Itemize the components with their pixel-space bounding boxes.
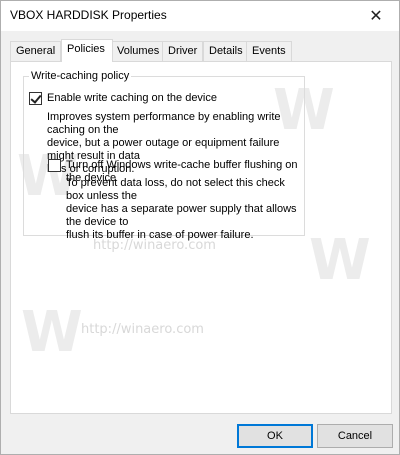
turn-off-flushing-checkbox[interactable] [48, 159, 61, 172]
tab-general[interactable]: General [10, 41, 62, 61]
watermark-letter: W [309, 228, 371, 293]
cancel-button[interactable]: Cancel [317, 424, 393, 448]
title-bar: VBOX HARDDISK Properties ✕ [1, 1, 399, 31]
tab-details[interactable]: Details [203, 41, 249, 61]
tab-volumes[interactable]: Volumes [111, 41, 166, 61]
properties-dialog: VBOX HARDDISK Properties ✕ General Polic… [0, 0, 400, 455]
enable-write-caching-checkbox[interactable] [29, 92, 42, 105]
tab-driver[interactable]: Driver [162, 41, 204, 61]
description-line: device has a separate power supply that … [66, 203, 297, 228]
description-line: To prevent data loss, do not select this… [66, 177, 285, 202]
group-title: Write-caching policy [29, 70, 132, 82]
close-icon: ✕ [369, 8, 383, 25]
description-line: flush its buffer in case of power failur… [66, 229, 254, 241]
enable-write-caching-label[interactable]: Enable write caching on the device [47, 92, 217, 105]
close-button[interactable]: ✕ [353, 1, 399, 31]
watermark-letter: W [21, 300, 83, 365]
write-caching-policy-group: Write-caching policy Enable write cachin… [23, 70, 305, 241]
watermark-url: http://winaero.com [81, 322, 204, 337]
policies-panel: W W W W http://winaero.com http://winaer… [10, 61, 392, 414]
ok-button[interactable]: OK [237, 424, 313, 448]
window-title: VBOX HARDDISK Properties [10, 8, 167, 22]
tab-policies[interactable]: Policies [61, 39, 113, 62]
tab-events[interactable]: Events [246, 41, 292, 61]
turn-off-flushing-description: To prevent data loss, do not select this… [66, 177, 302, 242]
description-line: Improves system performance by enabling … [47, 111, 281, 136]
enable-write-caching-option[interactable]: Enable write caching on the device [29, 92, 217, 105]
